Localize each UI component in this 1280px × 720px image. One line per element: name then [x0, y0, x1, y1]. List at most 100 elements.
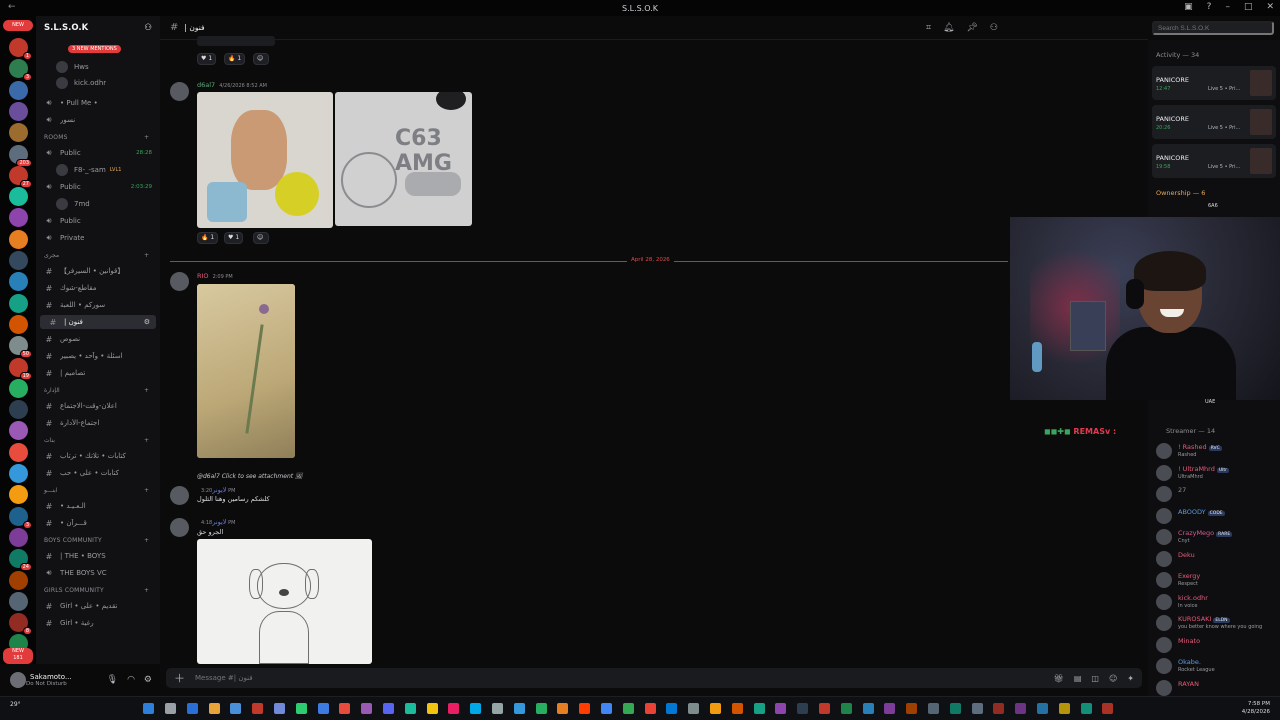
server-icon[interactable]: [9, 378, 28, 398]
taskbar-app-icon[interactable]: [1102, 703, 1114, 714]
taskbar-app-icon[interactable]: [295, 703, 307, 714]
taskbar-app-icon[interactable]: [492, 703, 503, 714]
message-author[interactable]: RIO 2:09 PM: [197, 272, 233, 280]
gift-icon[interactable]: 🎁︎: [1054, 674, 1064, 683]
add-reaction-icon[interactable]: ☺: [253, 53, 269, 65]
server-icon[interactable]: [9, 80, 28, 100]
taskbar-app-icon[interactable]: [557, 703, 569, 714]
channel-category[interactable]: بنات +: [44, 437, 149, 444]
activity-card[interactable]: PANICORE 12:47 Live 5 • Pri...: [1152, 66, 1276, 100]
member-item[interactable]: Minato: [1156, 635, 1276, 655]
weather-widget[interactable]: 29°: [10, 701, 21, 708]
taskbar-app-icon[interactable]: [404, 703, 416, 714]
taskbar-app-icon[interactable]: [731, 703, 743, 714]
taskbar-app-icon[interactable]: [666, 703, 678, 714]
reaction-heart[interactable]: ♥ 1: [197, 53, 217, 65]
taskbar-app-icon[interactable]: [710, 703, 721, 714]
car-drawing-attachment[interactable]: C63 AMG: [335, 92, 472, 226]
avatar[interactable]: [170, 82, 189, 101]
channel-item[interactable]: # | تصاميم: [36, 366, 160, 380]
start-icon[interactable]: [143, 703, 154, 714]
add-attachment-icon[interactable]: ＋: [174, 670, 185, 686]
minimize-button[interactable]: –: [1225, 2, 1230, 12]
add-channel-icon[interactable]: +: [144, 537, 149, 544]
taskbar-app-icon[interactable]: [317, 703, 329, 714]
channel-item[interactable]: 🔊︎ Public 2:03:29: [36, 180, 160, 194]
channel-item[interactable]: 🔊︎ نسور: [36, 113, 160, 127]
server-icon[interactable]: [9, 442, 28, 462]
flower-drawing-attachment[interactable]: [197, 284, 295, 458]
member-item[interactable]: Okabe. Rocket League: [1156, 656, 1276, 676]
taskbar-app-icon[interactable]: [252, 703, 264, 714]
gif-icon[interactable]: ▤: [1074, 674, 1082, 683]
message-input[interactable]: [195, 674, 795, 682]
new-unreads-pill[interactable]: NEW: [3, 20, 33, 31]
taskbar-app-icon[interactable]: [383, 703, 394, 714]
taskbar-app-icon[interactable]: [339, 703, 351, 714]
server-icon[interactable]: [9, 101, 28, 121]
puppy-drawing-attachment[interactable]: [197, 539, 372, 664]
new-mentions-pill[interactable]: 3 NEW MENTIONS: [68, 45, 121, 53]
guild-header[interactable]: S.L.S.O.K ⚇: [36, 16, 160, 40]
channel-item[interactable]: # Girl • تقديم • على: [36, 599, 160, 613]
channel-settings-icon[interactable]: ⚙: [144, 318, 150, 326]
channel-item[interactable]: # • الـعـيـد: [36, 499, 160, 513]
member-item[interactable]: Exergy Respect: [1156, 570, 1276, 590]
channel-item[interactable]: # كتابات • على • حب: [36, 466, 160, 480]
settings-gear-icon[interactable]: ⚙: [144, 675, 152, 685]
add-channel-icon[interactable]: +: [144, 387, 149, 394]
taskbar-app-icon[interactable]: [993, 703, 1005, 714]
taskbar-app-icon[interactable]: [274, 703, 285, 714]
channel-item[interactable]: # Girl • رغية: [36, 616, 160, 630]
server-icon[interactable]: [9, 485, 28, 505]
server-icon[interactable]: 203: [9, 144, 32, 167]
server-icon[interactable]: 3: [9, 506, 32, 529]
taskbar-app-icon[interactable]: [928, 703, 939, 714]
taskbar-app-icon[interactable]: [535, 703, 547, 714]
taskbar-app-icon[interactable]: [448, 703, 460, 714]
server-icon[interactable]: [9, 464, 28, 483]
taskbar-app-icon[interactable]: [1058, 703, 1070, 714]
member-item[interactable]: kick.odhr In voice: [1156, 592, 1276, 612]
server-icon[interactable]: [9, 591, 28, 611]
taskbar-app-icon[interactable]: [688, 703, 700, 714]
taskbar-app-icon[interactable]: [862, 703, 874, 714]
member-item[interactable]: ! UltraMhrd Ultr UltraMhrd: [1156, 463, 1276, 483]
member-item[interactable]: RAYAN: [1156, 678, 1276, 698]
taskbar-app-icon[interactable]: [775, 703, 787, 714]
channel-category[interactable]: ابنـــو +: [44, 487, 149, 494]
taskbar-app-icon[interactable]: [470, 703, 482, 714]
activity-card[interactable]: PANICORE 20:26 Live 5 • Pri...: [1152, 105, 1276, 139]
channel-item[interactable]: # | THE • BOYS: [36, 549, 160, 563]
taskbar-clock[interactable]: 7:58 PM 4/28/2026: [1242, 700, 1270, 716]
headphones-icon[interactable]: ◠: [127, 675, 135, 685]
member-item[interactable]: Deku: [1156, 549, 1276, 569]
server-icon[interactable]: [9, 208, 28, 228]
taskbar-app-icon[interactable]: [1037, 703, 1048, 714]
taskbar-app-icon[interactable]: [644, 703, 656, 714]
server-icon[interactable]: [9, 527, 28, 547]
message-author[interactable]: لايونر3:20 PM: [197, 486, 235, 494]
add-member-icon[interactable]: ⚇: [144, 23, 152, 33]
channel-item[interactable]: # • قـــرآن: [36, 516, 160, 530]
taskbar-app-icon[interactable]: [208, 703, 220, 714]
member-list-icon[interactable]: ⚇: [990, 23, 998, 33]
server-icon[interactable]: [9, 272, 28, 292]
taskbar-app-icon[interactable]: [426, 703, 438, 714]
taskbar-app-icon[interactable]: [513, 703, 525, 714]
channel-item[interactable]: # | فنون ⚙: [40, 315, 156, 329]
channel-item[interactable]: # اعلان-وقت-الاجتماع: [36, 399, 160, 413]
voice-user[interactable]: kick.odhr: [36, 76, 160, 90]
add-channel-icon[interactable]: +: [144, 134, 149, 141]
channel-category[interactable]: مجرى +: [44, 252, 149, 259]
add-channel-icon[interactable]: +: [144, 437, 149, 444]
message-author[interactable]: لايونر4:18 PM: [197, 518, 235, 526]
taskbar-app-icon[interactable]: [949, 703, 961, 714]
server-icon[interactable]: 19: [9, 357, 32, 380]
add-channel-icon[interactable]: +: [144, 252, 149, 259]
taskbar-app-icon[interactable]: [579, 703, 591, 714]
add-channel-icon[interactable]: +: [144, 587, 149, 594]
server-icon[interactable]: [9, 251, 28, 270]
drawing-attachment[interactable]: [197, 92, 333, 228]
search-input[interactable]: [1152, 21, 1274, 35]
